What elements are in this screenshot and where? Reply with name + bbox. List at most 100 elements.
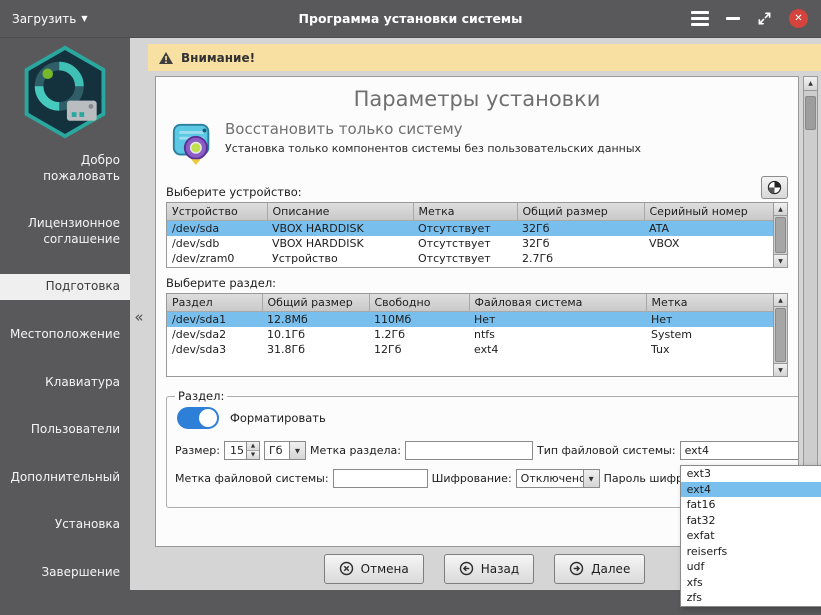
fs-type-option[interactable]: ext4 — [681, 482, 821, 498]
table-cell: Нет — [646, 312, 773, 328]
table-cell: ATA — [644, 221, 773, 237]
device-table: УстройствоОписаниеМеткаОбщий размерСерий… — [166, 202, 788, 268]
disk-usage-button[interactable] — [761, 176, 788, 199]
scroll-up-icon[interactable]: ▲ — [774, 203, 787, 216]
scroll-down-icon[interactable]: ▼ — [774, 363, 787, 376]
scroll-down-icon[interactable]: ▼ — [774, 254, 787, 267]
scroll-up-icon[interactable]: ▲ — [774, 294, 787, 307]
format-toggle[interactable] — [177, 407, 219, 429]
fs-label-input[interactable] — [333, 469, 428, 488]
toggle-knob — [199, 409, 217, 427]
table-row[interactable]: /dev/sdbVBOX HARDDISKОтсутствует32ГбVBOX — [167, 236, 773, 251]
sidebar-item-5[interactable]: Клавиатура — [0, 370, 130, 396]
column-header[interactable]: Свободно — [369, 294, 469, 312]
minimize-button[interactable] — [726, 17, 740, 20]
menu-icon[interactable] — [691, 11, 709, 26]
column-header[interactable]: Файловая система — [469, 294, 646, 312]
table-row[interactable]: /dev/sda331.8Гб12Гбext4Tux — [167, 342, 773, 357]
table-row[interactable]: /dev/sda112.8Мб110МбНетНет — [167, 312, 773, 328]
fs-type-option[interactable]: xfs — [681, 575, 821, 591]
app-logo — [17, 44, 113, 140]
sidebar-item-1[interactable]: Добро пожаловать — [0, 148, 130, 189]
size-label: Размер: — [175, 444, 220, 457]
spin-up-icon[interactable]: ▲ — [247, 442, 259, 451]
scrollbar-thumb[interactable] — [775, 308, 786, 362]
titlebar-controls: ✕ — [691, 9, 808, 28]
sidebar-item-4[interactable]: Местоположение — [0, 322, 130, 348]
cancel-icon — [339, 561, 354, 576]
fs-type-option[interactable]: fat16 — [681, 497, 821, 513]
sidebar-item-8[interactable]: Установка — [0, 512, 130, 538]
load-menu-label: Загрузить — [12, 12, 76, 26]
table-row[interactable]: /dev/zram0УстройствоОтсутствует2.7Гб — [167, 251, 773, 266]
sidebar-item-6[interactable]: Пользователи — [0, 417, 130, 443]
table-cell: Tux — [646, 342, 773, 357]
sidebar-item-2[interactable]: Лицензионное соглашение — [0, 211, 130, 252]
sidebar-item-9[interactable]: Завершение — [0, 560, 130, 586]
fs-type-label: Тип файловой системы: — [537, 444, 676, 457]
table-cell: /dev/sda — [167, 221, 267, 237]
column-header[interactable]: Раздел — [167, 294, 262, 312]
restore-system-icon — [170, 120, 216, 166]
fs-type-option[interactable]: zfs — [681, 590, 821, 606]
next-icon — [569, 561, 584, 576]
device-table-scrollbar[interactable]: ▲ ▼ — [773, 203, 787, 267]
size-unit-combobox[interactable]: Гб ▼ — [264, 441, 306, 460]
back-button[interactable]: Назад — [444, 554, 534, 584]
warning-banner: Внимание! — [148, 44, 821, 71]
close-button[interactable]: ✕ — [789, 9, 808, 28]
table-row[interactable]: /dev/sdaVBOX HARDDISKОтсутствует32ГбATA — [167, 221, 773, 237]
page-title: Параметры установки — [156, 87, 798, 111]
sidebar-item-7[interactable]: Дополнительный — [0, 465, 130, 491]
chevron-down-icon: ▼ — [81, 15, 87, 23]
scroll-up-icon[interactable]: ▲ — [804, 77, 817, 91]
table-cell: 31.8Гб — [262, 342, 369, 357]
fs-type-combobox[interactable]: ext4 ▼ — [680, 441, 799, 460]
device-select-label: Выберите устройство: — [166, 185, 302, 199]
table-cell: /dev/sda3 — [167, 342, 262, 357]
fs-type-option[interactable]: fat32 — [681, 513, 821, 529]
maximize-button[interactable] — [757, 11, 772, 26]
sidebar-collapse-button[interactable]: « — [130, 308, 148, 326]
column-header[interactable]: Устройство — [167, 203, 267, 221]
column-header[interactable]: Серийный номер — [644, 203, 773, 221]
spin-down-icon[interactable]: ▼ — [247, 451, 259, 459]
table-cell: VBOX — [644, 236, 773, 251]
partition-label-label: Метка раздела: — [310, 444, 401, 457]
size-spinner[interactable]: 15 ▲ ▼ — [224, 441, 260, 460]
back-label: Назад — [481, 562, 519, 576]
cancel-button[interactable]: Отмена — [324, 554, 424, 584]
table-row[interactable]: /dev/sda210.1Гб1.2ГбntfsSystem — [167, 327, 773, 342]
column-header[interactable]: Описание — [267, 203, 413, 221]
table-cell: 10.1Гб — [262, 327, 369, 342]
table-cell: Отсутствует — [413, 221, 517, 237]
installer-window: Загрузить ▼ Программа установки системы … — [0, 0, 821, 615]
table-cell: 32Гб — [517, 236, 644, 251]
fs-type-option[interactable]: exfat — [681, 528, 821, 544]
fs-type-value: ext4 — [681, 444, 799, 457]
fs-type-option[interactable]: reiserfs — [681, 544, 821, 560]
scrollbar-thumb[interactable] — [805, 96, 816, 130]
chevron-down-icon: ▼ — [289, 442, 305, 459]
partition-table-scrollbar[interactable]: ▲ ▼ — [773, 294, 787, 376]
column-header[interactable]: Общий размер — [517, 203, 644, 221]
format-label: Форматировать — [230, 411, 326, 425]
next-label: Далее — [591, 562, 630, 576]
table-cell: /dev/sda1 — [167, 312, 262, 328]
next-button[interactable]: Далее — [554, 554, 645, 584]
column-header[interactable]: Метка — [413, 203, 517, 221]
sidebar-item-3[interactable]: Подготовка — [0, 274, 130, 300]
column-header[interactable]: Общий размер — [262, 294, 369, 312]
partition-label-input[interactable] — [405, 441, 533, 460]
encryption-combobox[interactable]: Отключено ▼ — [516, 469, 600, 488]
table-cell: /dev/sda2 — [167, 327, 262, 342]
fs-type-option[interactable]: ext3 — [681, 466, 821, 482]
table-cell: VBOX HARDDISK — [267, 236, 413, 251]
load-menu-button[interactable]: Загрузить ▼ — [12, 12, 87, 26]
column-header[interactable]: Метка — [646, 294, 773, 312]
table-cell: ntfs — [469, 327, 646, 342]
scrollbar-thumb[interactable] — [775, 217, 786, 253]
table-cell: Отсутствует — [413, 251, 517, 266]
table-cell: Устройство — [267, 251, 413, 266]
fs-type-option[interactable]: udf — [681, 559, 821, 575]
